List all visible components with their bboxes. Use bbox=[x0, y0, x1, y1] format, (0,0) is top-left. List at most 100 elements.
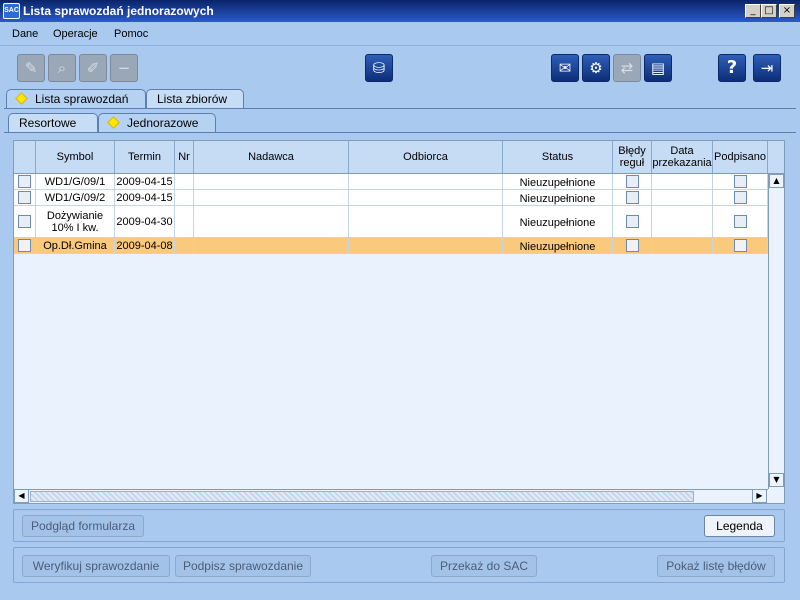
title-bar: SAC Lista sprawozdań jednorazowych _ □ × bbox=[0, 0, 800, 22]
bledy-checkbox bbox=[625, 215, 639, 228]
data-cell bbox=[652, 206, 713, 237]
odbiorca-cell bbox=[349, 206, 503, 237]
termin-cell: 2009-04-15 bbox=[115, 190, 175, 205]
row-checkbox[interactable] bbox=[18, 191, 31, 204]
menu-operacje[interactable]: Operacje bbox=[53, 28, 98, 40]
menu-pomoc[interactable]: Pomoc bbox=[114, 28, 148, 40]
status-cell: Nieuzupełnione bbox=[503, 190, 613, 205]
symbol-cell: WD1/G/09/2 bbox=[36, 190, 115, 205]
mail-icon[interactable]: ✉ bbox=[551, 54, 579, 82]
verify-report-button[interactable]: Weryfikuj sprawozdanie bbox=[22, 555, 170, 577]
data-cell bbox=[652, 238, 713, 253]
window-title: Lista sprawozdań jednorazowych bbox=[23, 4, 214, 18]
row-select-cell bbox=[14, 206, 36, 237]
nr-cell bbox=[175, 190, 194, 205]
document-icon[interactable]: ▤ bbox=[644, 54, 672, 82]
minimize-button[interactable]: _ bbox=[745, 4, 761, 18]
symbol-cell: WD1/G/09/1 bbox=[36, 174, 115, 189]
nadawca-cell bbox=[194, 174, 349, 189]
symbol-cell: Op.Dł.Gmina bbox=[36, 238, 115, 253]
table-row[interactable]: Dożywianie 10% I kw. 2009-04-30 Nieuzupe… bbox=[14, 206, 768, 238]
tab-lista-zbiorow[interactable]: Lista zbiorów bbox=[146, 89, 244, 109]
row-select-cell bbox=[14, 174, 36, 189]
termin-cell: 2009-04-15 bbox=[115, 174, 175, 189]
row-checkbox[interactable] bbox=[18, 215, 31, 228]
toolbar: ✎ ⌕ ✐ − ⛁ ✉ ⚙ ⇄ ▤ ? ⇥ bbox=[0, 47, 800, 87]
row-checkbox[interactable] bbox=[18, 175, 31, 188]
header-odbiorca[interactable]: Odbiorca bbox=[349, 141, 503, 173]
row-select-cell bbox=[14, 238, 36, 253]
close-button[interactable]: × bbox=[779, 4, 795, 18]
podpisano-cell bbox=[713, 238, 768, 253]
legend-button[interactable]: Legenda bbox=[704, 515, 775, 537]
header-bledy-regul[interactable]: Błędy reguł bbox=[613, 141, 652, 173]
podpisano-checkbox bbox=[733, 215, 747, 228]
bledy-cell bbox=[613, 190, 652, 205]
vertical-scrollbar[interactable]: ▲ ▼ bbox=[768, 174, 784, 489]
preview-panel: Podgląd formularza Legenda bbox=[13, 509, 785, 542]
horizontal-scrollbar[interactable]: ◀ ▶ bbox=[14, 489, 768, 503]
podpisano-checkbox bbox=[733, 175, 747, 188]
bledy-cell bbox=[613, 174, 652, 189]
status-cell: Nieuzupełnione bbox=[503, 206, 613, 237]
odbiorca-cell bbox=[349, 174, 503, 189]
header-select bbox=[14, 141, 36, 173]
scroll-up-button[interactable]: ▲ bbox=[769, 174, 784, 188]
transfer-icon[interactable]: ⇄ bbox=[613, 54, 641, 82]
bledy-checkbox bbox=[625, 191, 639, 204]
podpisano-checkbox bbox=[733, 191, 747, 204]
help-icon[interactable]: ? bbox=[718, 54, 746, 82]
settings-icon[interactable]: ⚙ bbox=[582, 54, 610, 82]
nadawca-cell bbox=[194, 238, 349, 253]
send-to-sac-button[interactable]: Przekaż do SAC bbox=[431, 555, 537, 577]
diamond-icon bbox=[107, 116, 120, 129]
row-checkbox[interactable] bbox=[18, 239, 31, 252]
exit-icon[interactable]: ⇥ bbox=[753, 54, 781, 82]
bledy-checkbox bbox=[625, 239, 639, 252]
minus-icon[interactable]: − bbox=[110, 54, 138, 82]
header-nr[interactable]: Nr bbox=[175, 141, 194, 173]
bledy-cell bbox=[613, 206, 652, 237]
horizontal-scroll-thumb[interactable] bbox=[30, 491, 694, 502]
table-row[interactable]: WD1/G/09/2 2009-04-15 Nieuzupełnione bbox=[14, 190, 768, 206]
preview-form-button[interactable]: Podgląd formularza bbox=[22, 515, 144, 537]
status-cell: Nieuzupełnione bbox=[503, 238, 613, 253]
nr-cell bbox=[175, 238, 194, 253]
sign-report-button[interactable]: Podpisz sprawozdanie bbox=[175, 555, 311, 577]
header-termin[interactable]: Termin bbox=[115, 141, 175, 173]
nr-cell bbox=[175, 206, 194, 237]
symbol-cell: Dożywianie 10% I kw. bbox=[36, 206, 115, 237]
header-data-przekazania[interactable]: Data przekazania bbox=[652, 141, 713, 173]
nadawca-cell bbox=[194, 190, 349, 205]
podpisano-checkbox bbox=[733, 239, 747, 252]
scroll-right-button[interactable]: ▶ bbox=[752, 489, 767, 503]
tab-jednorazowe[interactable]: Jednorazowe bbox=[98, 113, 216, 133]
row-select-cell bbox=[14, 190, 36, 205]
podpisano-cell bbox=[713, 206, 768, 237]
table-row[interactable]: WD1/G/09/1 2009-04-15 Nieuzupełnione bbox=[14, 174, 768, 190]
header-symbol[interactable]: Symbol bbox=[36, 141, 115, 173]
menu-dane[interactable]: Dane bbox=[12, 28, 38, 40]
header-nadawca[interactable]: Nadawca bbox=[194, 141, 349, 173]
termin-cell: 2009-04-30 bbox=[115, 206, 175, 237]
database-icon[interactable]: ⛁ bbox=[365, 54, 393, 82]
reports-table: Symbol Termin Nr Nadawca Odbiorca Status… bbox=[13, 140, 785, 504]
termin-cell: 2009-04-08 bbox=[115, 238, 175, 253]
header-status[interactable]: Status bbox=[503, 141, 613, 173]
status-cell: Nieuzupełnione bbox=[503, 174, 613, 189]
tab-resortowe[interactable]: Resortowe bbox=[8, 113, 98, 133]
table-row-selected[interactable]: Op.Dł.Gmina 2009-04-08 Nieuzupełnione bbox=[14, 238, 768, 254]
scroll-left-button[interactable]: ◀ bbox=[14, 489, 29, 503]
nr-cell bbox=[175, 174, 194, 189]
pencil-icon[interactable]: ✐ bbox=[79, 54, 107, 82]
podpisano-cell bbox=[713, 190, 768, 205]
header-podpisano[interactable]: Podpisano bbox=[713, 141, 768, 173]
bledy-checkbox bbox=[625, 175, 639, 188]
maximize-button[interactable]: □ bbox=[761, 4, 777, 18]
subtab-divider bbox=[4, 132, 796, 133]
edit-record-icon[interactable]: ✎ bbox=[17, 54, 45, 82]
scroll-down-button[interactable]: ▼ bbox=[769, 473, 784, 487]
show-errors-button[interactable]: Pokaż listę błędów bbox=[657, 555, 775, 577]
tab-lista-sprawozdan[interactable]: Lista sprawozdań bbox=[6, 89, 146, 109]
search-icon[interactable]: ⌕ bbox=[48, 54, 76, 82]
